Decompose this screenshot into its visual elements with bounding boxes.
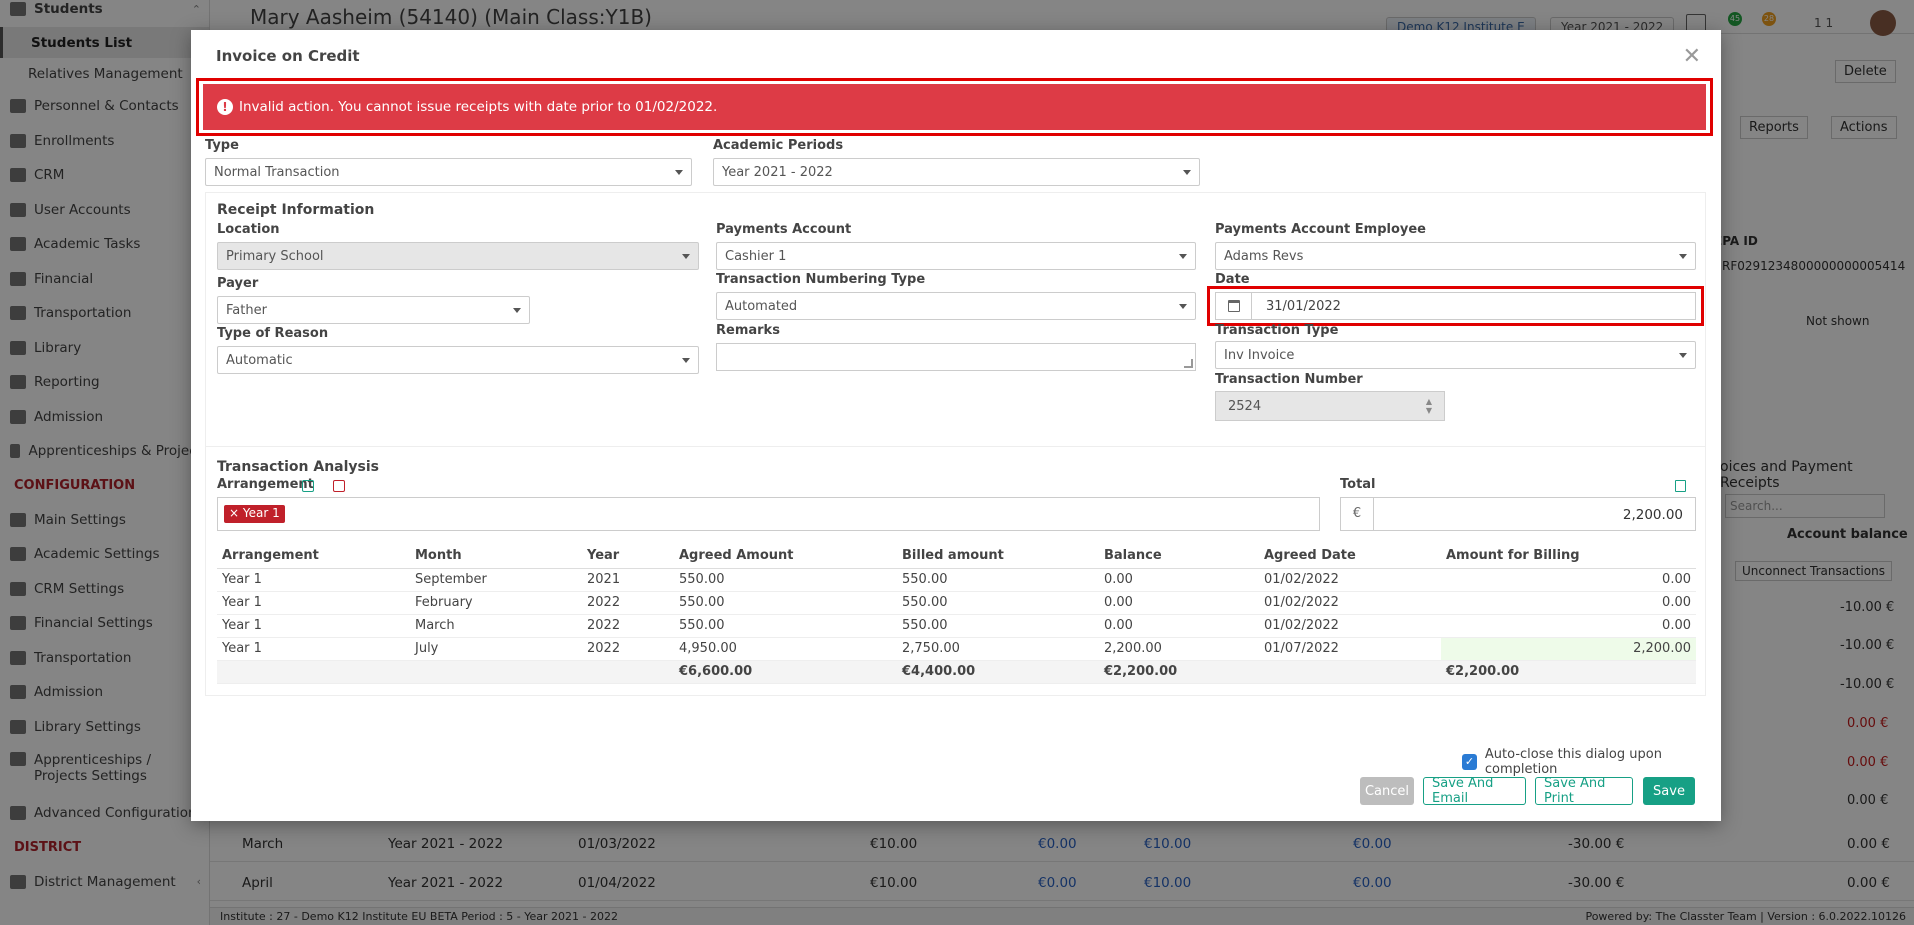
col-year: Year: [582, 543, 674, 569]
col-month: Month: [410, 543, 582, 569]
chevron-down-icon: [1179, 254, 1187, 259]
table-header-row: Arrangement Month Year Agreed Amount Bil…: [217, 543, 1696, 569]
arrangement-multiselect[interactable]: × Year 1: [217, 497, 1320, 531]
employee-select[interactable]: Adams Revs: [1215, 242, 1696, 270]
location-label: Location: [217, 222, 280, 237]
error-alert: ! Invalid action. You cannot issue recei…: [203, 84, 1706, 130]
cancel-button[interactable]: Cancel: [1360, 777, 1414, 805]
table-totals-row: €6,600.00 €4,400.00 €2,200.00 €2,200.00: [217, 660, 1696, 684]
chevron-down-icon: [682, 254, 690, 259]
remarks-label: Remarks: [716, 323, 780, 338]
date-label: Date: [1215, 272, 1250, 287]
academic-periods-label: Academic Periods: [713, 138, 844, 153]
numbering-type-select[interactable]: Automated: [716, 292, 1196, 320]
col-balance: Balance: [1099, 543, 1259, 569]
currency-symbol: €: [1341, 498, 1374, 530]
save-and-print-button[interactable]: Save And Print: [1535, 776, 1633, 806]
save-button[interactable]: Save: [1643, 777, 1695, 805]
calculator-icon[interactable]: [1675, 480, 1686, 492]
col-agreed-date: Agreed Date: [1259, 543, 1441, 569]
transaction-type-select[interactable]: Inv Invoice: [1215, 341, 1696, 369]
chevron-down-icon: [1679, 353, 1687, 358]
transaction-type-label: Transaction Type: [1215, 323, 1339, 338]
chevron-down-icon: [513, 308, 521, 313]
transaction-analysis-header: Transaction Analysis: [217, 459, 379, 475]
chevron-down-icon: [1679, 254, 1687, 259]
employee-label: Payments Account Employee: [1215, 222, 1427, 237]
transaction-analysis-table: Arrangement Month Year Agreed Amount Bil…: [217, 543, 1696, 684]
arrangement-label: Arrangement: [217, 477, 314, 492]
table-row: Year 1 March 2022 550.00 550.00 0.00 01/02/202…: [217, 614, 1696, 638]
chevron-down-icon: [682, 358, 690, 363]
select-all-icon[interactable]: [302, 480, 314, 492]
numbering-type-label: Transaction Numbering Type: [716, 272, 926, 287]
arrangement-tag[interactable]: × Year 1: [224, 505, 285, 523]
payments-account-label: Payments Account: [716, 222, 852, 237]
chevron-down-icon: [675, 170, 683, 175]
payments-account-select[interactable]: Cashier 1: [716, 242, 1196, 270]
col-amount-for-billing: Amount for Billing: [1441, 543, 1696, 569]
receipt-info-header: Receipt Information: [217, 202, 375, 218]
type-label: Type: [205, 138, 239, 153]
type-of-reason-label: Type of Reason: [217, 326, 329, 341]
table-row: Year 1 July 2022 4,950.00 2,750.00 2,200.00 01…: [217, 637, 1696, 661]
table-row: Year 1 February 2022 550.00 550.00 0.00 01/02/…: [217, 591, 1696, 615]
alert-message: Invalid action. You cannot issue receipt…: [239, 99, 718, 115]
date-input[interactable]: 31/01/2022: [1215, 292, 1696, 320]
total-label: Total: [1340, 477, 1376, 492]
deselect-all-icon[interactable]: [333, 480, 345, 492]
location-select[interactable]: Primary School: [217, 242, 699, 270]
exclamation-icon: !: [217, 99, 233, 115]
close-icon[interactable]: ✕: [1683, 44, 1701, 69]
calendar-icon[interactable]: [1216, 293, 1252, 319]
chevron-down-icon: [1179, 304, 1187, 309]
invoice-on-credit-dialog: Invoice on Credit ✕ ! Invalid action. Yo…: [191, 30, 1721, 821]
col-arrangement: Arrangement: [217, 543, 410, 569]
remarks-textarea[interactable]: [716, 343, 1196, 371]
transaction-number-input[interactable]: 2524 ▲ ▼: [1215, 391, 1445, 421]
dialog-title: Invoice on Credit: [216, 47, 360, 65]
transaction-number-label: Transaction Number: [1215, 372, 1363, 387]
save-and-email-button[interactable]: Save And Email: [1423, 776, 1526, 806]
col-billed-amount: Billed amount: [897, 543, 1099, 569]
total-input: € 2,200.00: [1340, 497, 1696, 531]
stepper-icon[interactable]: ▲ ▼: [1426, 397, 1432, 415]
table-row: Year 1 September 2021 550.00 550.00 0.00 01/02…: [217, 568, 1696, 592]
payer-select[interactable]: Father: [217, 296, 530, 324]
academic-periods-select[interactable]: Year 2021 - 2022: [713, 158, 1200, 186]
chevron-down-icon: [1183, 170, 1191, 175]
type-of-reason-select[interactable]: Automatic: [217, 346, 699, 374]
checkmark-icon: ✓: [1462, 754, 1477, 770]
payer-label: Payer: [217, 276, 259, 291]
auto-close-checkbox[interactable]: ✓ Auto-close this dialog upon completion: [1462, 747, 1721, 777]
col-agreed-amount: Agreed Amount: [674, 543, 897, 569]
resize-handle-icon[interactable]: [1184, 359, 1193, 368]
receipt-information-panel: [205, 192, 1706, 461]
type-select[interactable]: Normal Transaction: [205, 158, 692, 186]
